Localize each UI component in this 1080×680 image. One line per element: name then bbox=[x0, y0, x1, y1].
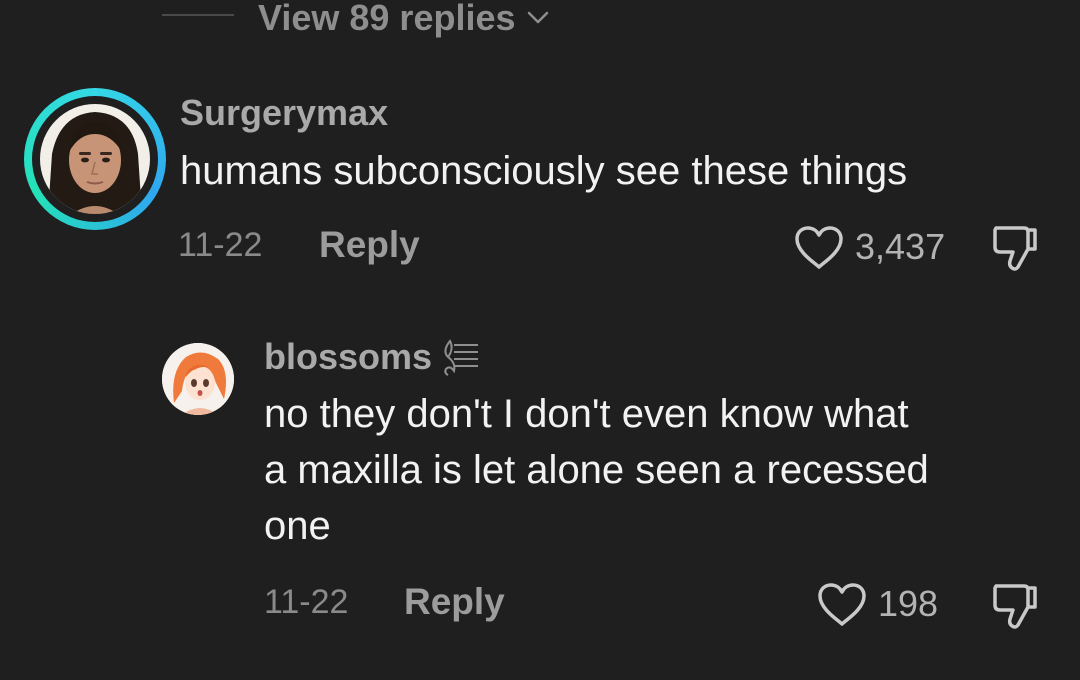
thumbs-down-icon[interactable] bbox=[990, 580, 1040, 632]
thumbs-down-icon[interactable] bbox=[990, 222, 1040, 274]
like-count: 198 bbox=[878, 583, 939, 624]
reply-date: 11-22 bbox=[264, 583, 349, 621]
reply-button[interactable]: Reply bbox=[319, 224, 420, 266]
replies-divider-line bbox=[162, 14, 234, 16]
heart-outline-icon[interactable] bbox=[793, 224, 845, 272]
music-notes-icon bbox=[444, 339, 479, 376]
view-replies-label: View 89 replies bbox=[258, 0, 516, 38]
reply-text: no they don't I don't even know what a m… bbox=[264, 386, 929, 554]
avatar[interactable] bbox=[162, 343, 234, 415]
comment-date: 11-22 bbox=[178, 226, 263, 264]
like-count: 3,437 bbox=[855, 226, 946, 267]
avatar-story-ring[interactable] bbox=[24, 88, 166, 230]
reply-button[interactable]: Reply bbox=[404, 581, 505, 623]
comment-username[interactable]: Surgerymax bbox=[180, 92, 388, 134]
reply-text-line: a maxilla is let alone seen a recessed bbox=[264, 448, 929, 492]
heart-outline-icon[interactable] bbox=[816, 581, 868, 629]
chevron-down-icon bbox=[527, 11, 548, 24]
reply-text-line: no they don't I don't even know what bbox=[264, 392, 909, 436]
avatar[interactable] bbox=[40, 104, 150, 214]
reply-username-row: blossoms bbox=[264, 335, 480, 379]
comment-text: humans subconsciously see these things bbox=[180, 149, 908, 193]
reply-text-line: one bbox=[264, 504, 331, 548]
view-replies-button[interactable]: View 89 replies bbox=[258, 0, 550, 40]
reply-username[interactable]: blossoms bbox=[264, 336, 432, 378]
